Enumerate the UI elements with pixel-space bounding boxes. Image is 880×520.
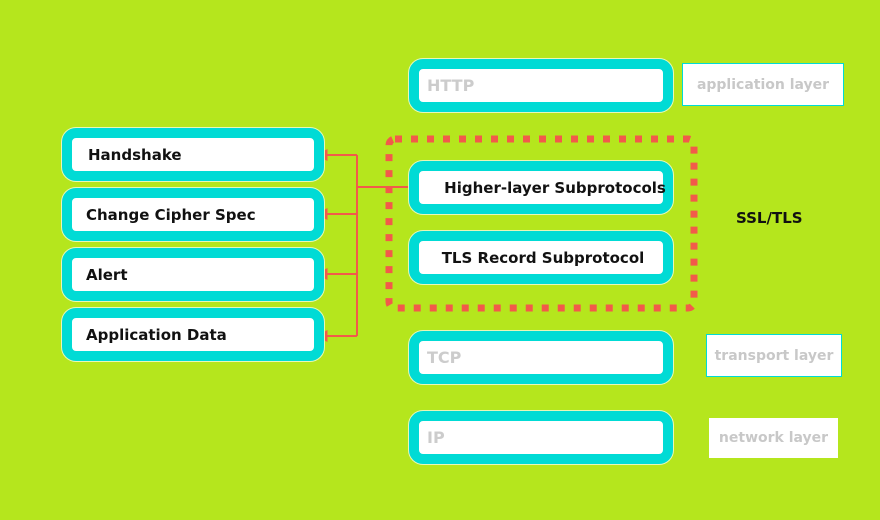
ssl-tls-group-label: SSL/TLS — [736, 209, 803, 227]
subprotocol-alert: Alert — [62, 248, 324, 301]
stack-label: IP — [427, 428, 445, 447]
subprotocol-label: Application Data — [86, 325, 227, 344]
stack-label: HTTP — [427, 76, 475, 95]
subprotocol-label: Alert — [86, 265, 128, 284]
subprotocol-label: Handshake — [88, 145, 182, 164]
tag-label: application layer — [696, 76, 830, 93]
tag-application-layer: application layer — [682, 63, 844, 106]
stack-label: Higher-layer Subprotocols — [444, 178, 666, 197]
tag-transport-layer: transport layer — [706, 334, 842, 377]
tag-network-layer: network layer — [709, 418, 838, 458]
subprotocol-change-cipher-spec: Change Cipher Spec — [62, 188, 324, 241]
subprotocol-application-data: Application Data — [62, 308, 324, 361]
stack-ip: IP — [409, 411, 673, 464]
stack-higher-layer-subprotocols: Higher-layer Subprotocols — [409, 161, 673, 214]
subprotocol-label: Change Cipher Spec — [86, 205, 256, 224]
stack-label: TLS Record Subprotocol — [441, 248, 645, 267]
stack-http: HTTP — [409, 59, 673, 112]
stack-tls-record-subprotocol: TLS Record Subprotocol — [409, 231, 673, 284]
stack-label: TCP — [427, 348, 462, 367]
stack-tcp: TCP — [409, 331, 673, 384]
tag-label: network layer — [718, 430, 829, 446]
tag-label: transport layer — [714, 347, 834, 364]
subprotocol-handshake: Handshake — [62, 128, 324, 181]
